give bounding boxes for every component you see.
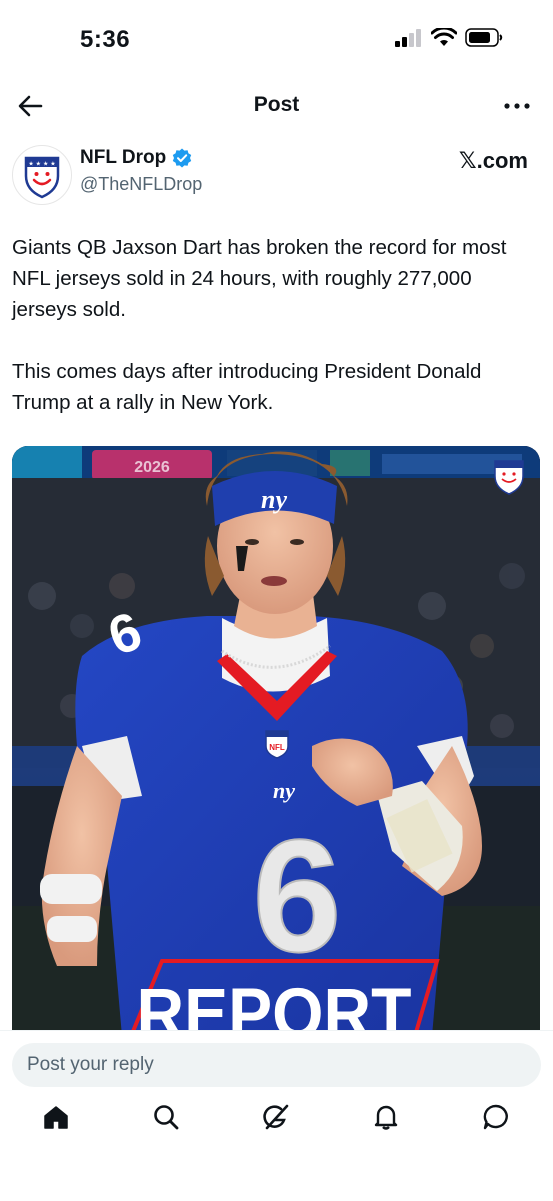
nfl-shield-text: NFL — [269, 743, 285, 752]
chest-logo-text: ny — [273, 778, 295, 803]
battery-icon — [465, 28, 503, 47]
bottom-tab-bar — [0, 1075, 553, 1175]
cellular-signal-icon — [395, 28, 421, 47]
verified-badge-icon — [173, 148, 192, 168]
status-time: 5:36 — [80, 26, 131, 53]
avatar[interactable]: ★ ★ ★ ★ — [12, 145, 72, 205]
post-header: Post — [0, 80, 553, 130]
svg-text:★ ★ ★ ★: ★ ★ ★ ★ — [28, 161, 55, 168]
status-bar: 5:36 — [0, 0, 553, 80]
headband-logo-text: ny — [261, 485, 287, 514]
tab-notifications[interactable] — [366, 1097, 406, 1137]
author-handle[interactable]: @TheNFLDrop — [80, 174, 202, 195]
bell-icon — [374, 1105, 398, 1130]
home-icon — [44, 1106, 68, 1129]
tab-grok[interactable] — [256, 1097, 296, 1137]
post-paragraph: This comes days after introducing Presid… — [12, 360, 482, 414]
post-image[interactable]: 2026 6 NFL ny 6 ny REPORT — [12, 446, 540, 1036]
post-text: Giants QB Jaxson Dart has broken the rec… — [12, 232, 542, 449]
tab-home[interactable] — [36, 1097, 76, 1137]
report-banner-text: REPORT — [136, 974, 411, 1036]
grok-icon — [263, 1104, 289, 1130]
search-icon — [154, 1105, 179, 1130]
stadium-sign-text: 2026 — [134, 459, 170, 476]
status-icons — [395, 28, 503, 47]
author-display-name[interactable]: NFL Drop — [80, 147, 166, 169]
more-options-button[interactable] — [501, 90, 533, 122]
page-title: Post — [253, 93, 300, 116]
messages-icon — [483, 1104, 508, 1130]
player-photo: 2026 6 NFL ny 6 ny REPORT — [12, 446, 540, 1036]
wifi-icon — [431, 28, 457, 46]
author-name-row: NFL Drop — [80, 147, 192, 169]
more-horizontal-icon — [504, 103, 530, 109]
tab-messages[interactable] — [476, 1097, 516, 1137]
tab-search[interactable] — [146, 1097, 186, 1137]
post-author: ★ ★ ★ ★ NFL Drop @TheNFLDrop 𝕏.com — [12, 140, 542, 210]
post-paragraph: Giants QB Jaxson Dart has broken the rec… — [12, 236, 507, 321]
source-label: 𝕏.com — [458, 148, 528, 173]
nfl-drop-logo-icon: ★ ★ ★ ★ — [24, 156, 60, 199]
jersey-number-text: 6 — [253, 806, 342, 985]
